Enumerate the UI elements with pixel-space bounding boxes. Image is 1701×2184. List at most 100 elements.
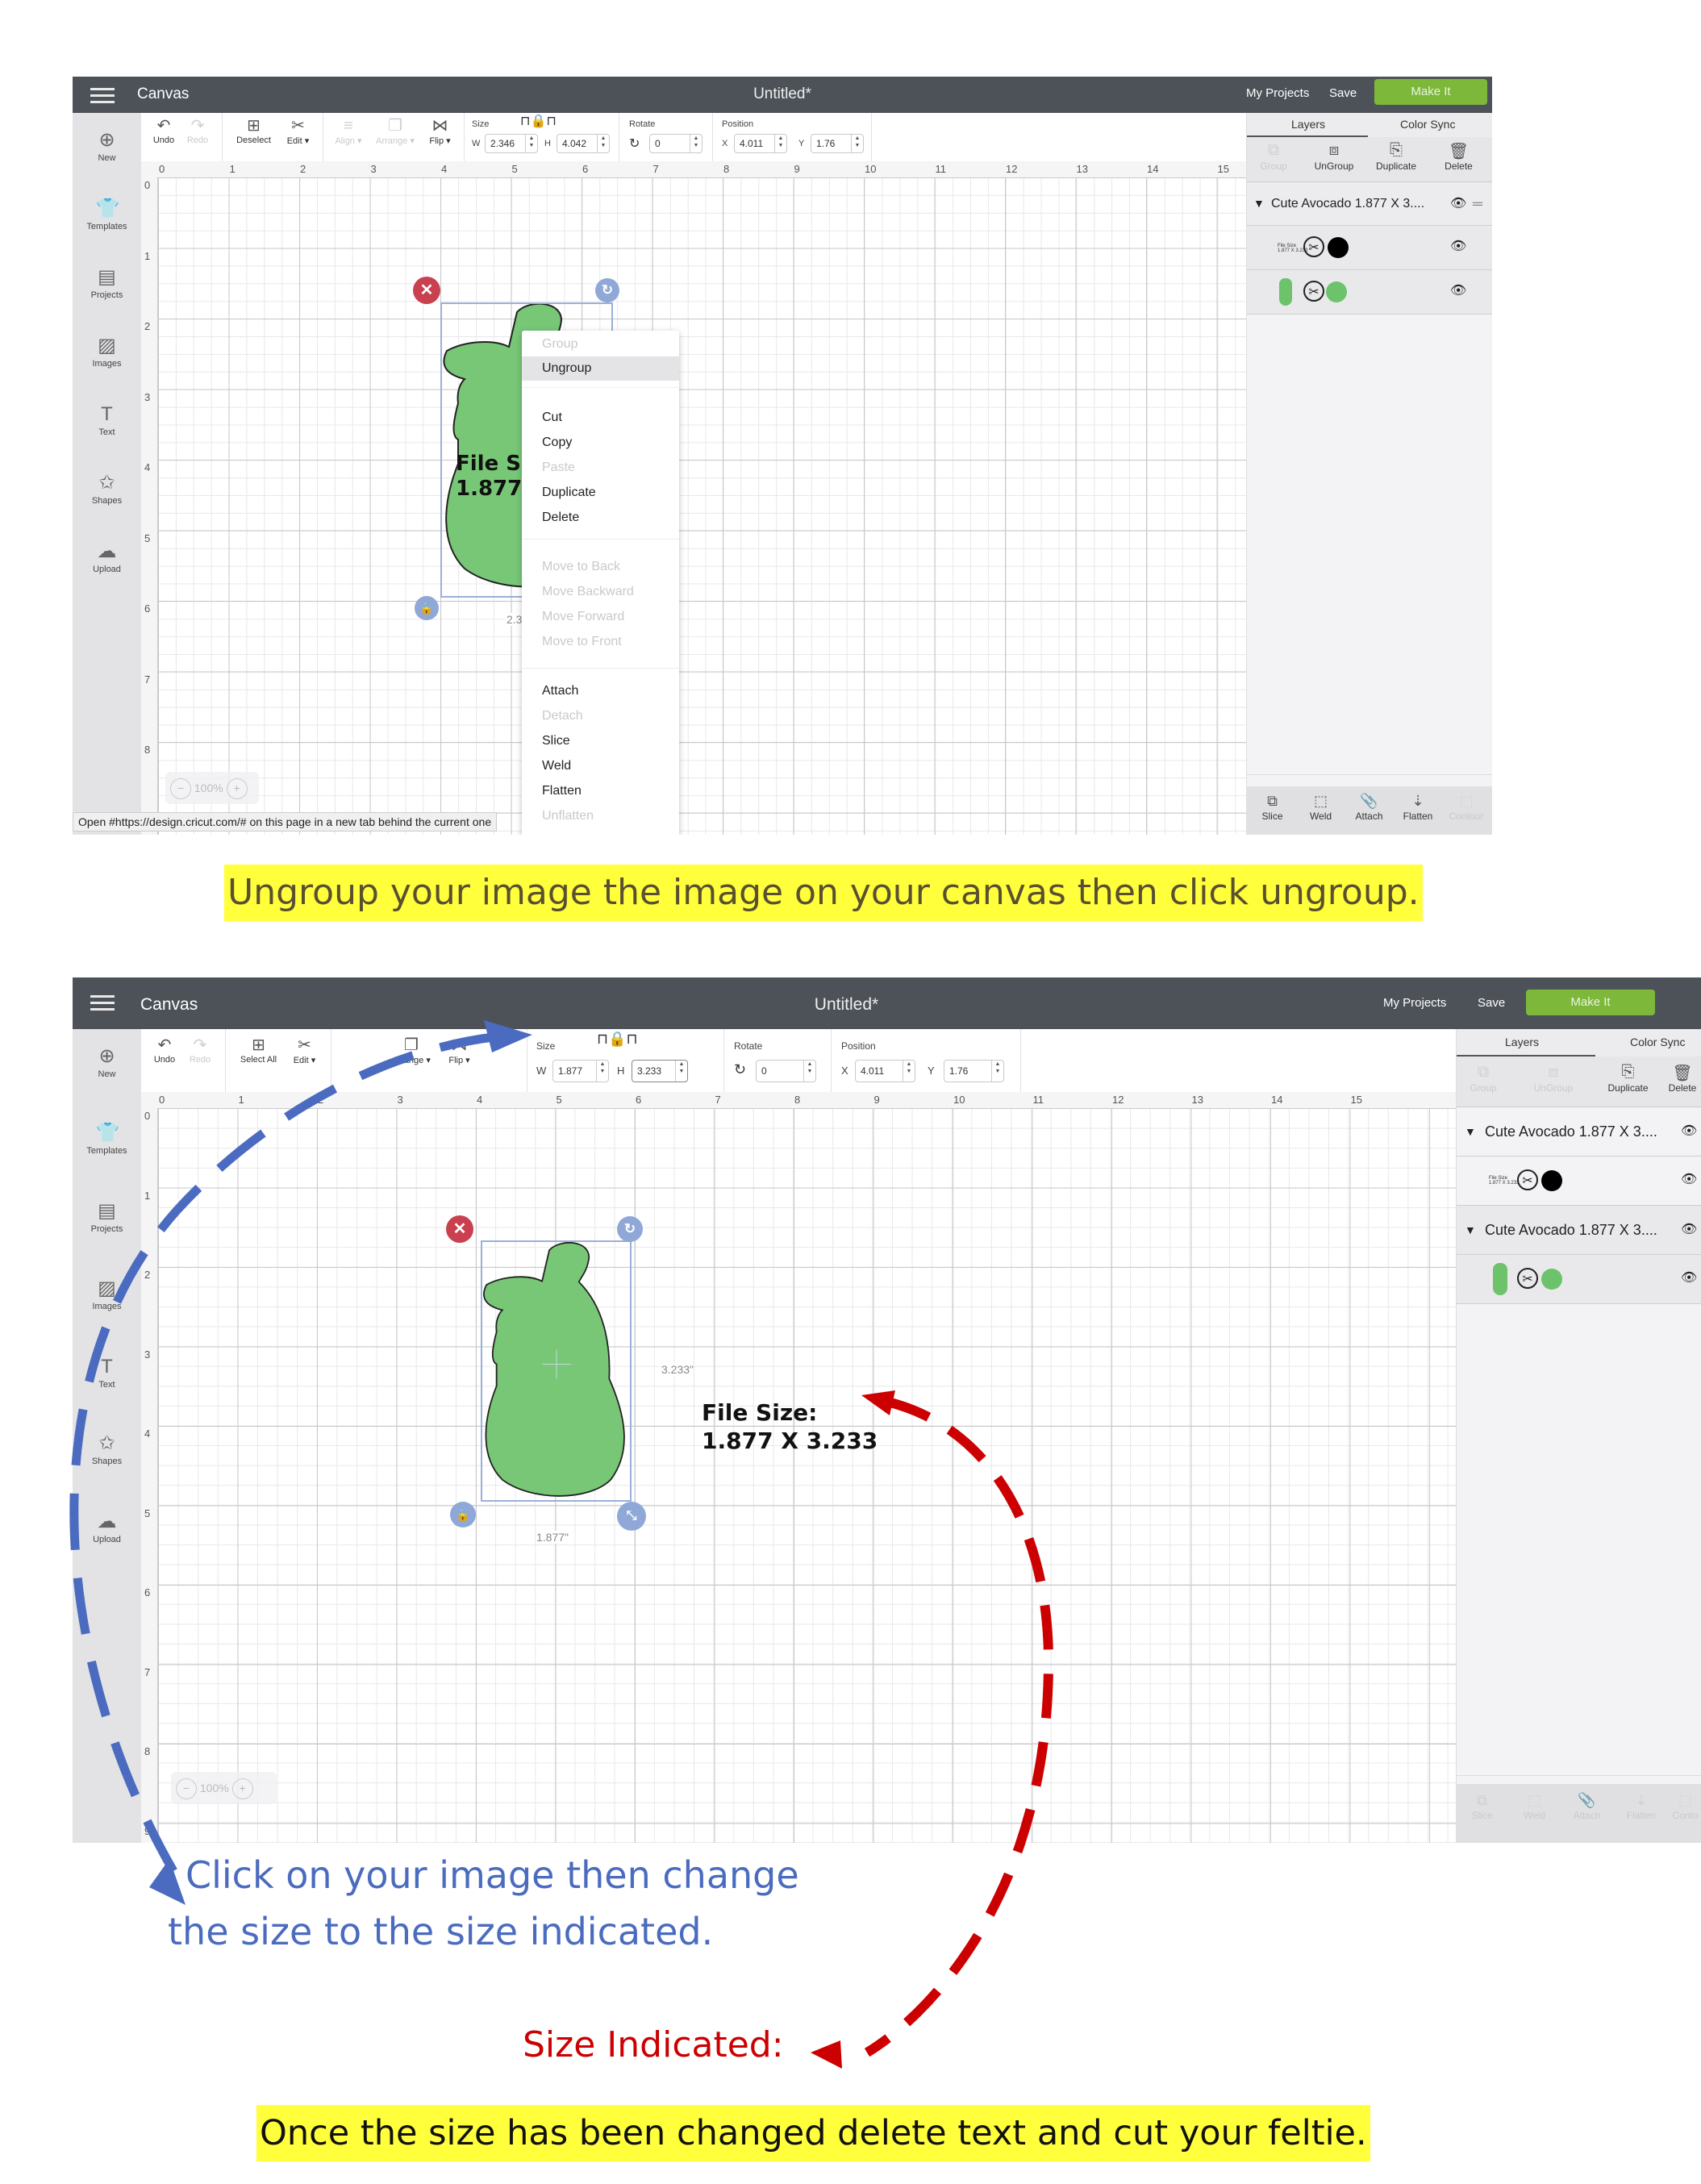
sidebar-item-images[interactable]: ▨ Images [73,335,141,369]
layer-row-avocado[interactable]: ✂ 👁 [1247,270,1492,315]
height-stepper[interactable]: ▲ ▼ [597,135,609,152]
drag-handle-icon[interactable]: ═ [1473,182,1482,225]
sidebar-item-new[interactable]: ⊕ New [73,129,141,163]
weld-button[interactable]: ⬚ Weld [1512,1792,1557,1821]
menu-item-move-forward[interactable]: Move Forward [522,605,679,629]
save-button[interactable]: Save [1329,86,1357,100]
menu-item-move-to-front[interactable]: Move to Front [522,630,679,654]
attach-button[interactable]: 📎 Attach [1347,793,1391,822]
eye-icon[interactable]: 👁 [1450,182,1466,225]
height-input[interactable]: 4.042 ▲ ▼ [557,134,610,153]
y-stepper[interactable]: ▲ ▼ [851,135,863,152]
flip-dropdown[interactable]: ⋈ Flip ▾ [441,1036,477,1065]
layer-row-avocado[interactable]: ✂ 👁 [1457,1255,1701,1304]
rotate-input[interactable]: 0 ▲ ▼ [649,134,702,153]
lock-handle[interactable]: 🔒 [450,1502,476,1528]
layer-group-row[interactable]: ▼ Cute Avocado 1.877 X 3.... 👁 [1457,1206,1701,1255]
eye-icon[interactable]: 👁 [1450,238,1466,254]
x-stepper[interactable]: ▲ ▼ [774,135,786,152]
x-input[interactable]: 4.011 ▲ ▼ [855,1060,915,1082]
menu-item-attach[interactable]: Attach [522,679,679,703]
slice-button[interactable]: ⧉ Slice [1250,793,1295,822]
attach-button[interactable]: 📎 Attach [1565,1792,1609,1821]
delete-button[interactable]: 🗑 Delete [1436,141,1481,172]
layer-row-text[interactable]: File Size 1.877 X 3.233 ✂ 👁 [1247,226,1492,270]
layer-color-swatch[interactable] [1541,1170,1562,1191]
group-button[interactable]: ⧉ Group [1253,141,1294,172]
ungroup-button[interactable]: ⧈ UnGroup [1310,141,1358,172]
sidebar-item-shapes[interactable]: ✩ Shapes [73,472,141,506]
contour-button[interactable]: ⬚ Conto [1667,1792,1701,1821]
redo-button[interactable]: ↷ Redo [181,116,214,145]
layer-color-swatch[interactable] [1326,281,1347,302]
y-stepper[interactable]: ▲ ▼ [991,1061,1003,1082]
rotate-input[interactable]: 0 ▲ ▼ [756,1060,816,1082]
arrange-dropdown[interactable]: ❐ Arrange ▾ [371,116,419,146]
menu-item-delete[interactable]: Delete [522,506,679,530]
sidebar-item-text[interactable]: T Text [73,1356,141,1390]
sidebar-item-templates[interactable]: 👕 Templates [73,198,141,231]
width-stepper[interactable]: ▲ ▼ [596,1061,608,1082]
height-input[interactable]: 3.233 ▲ ▼ [632,1060,688,1082]
group-button[interactable]: ⧉ Group [1463,1063,1503,1094]
flatten-button[interactable]: ⇣ Flatten [1617,1792,1666,1821]
menu-item-copy[interactable]: Copy [522,431,679,455]
eye-icon[interactable]: 👁 [1450,282,1466,298]
select-all-button[interactable]: ⊞ Select All [232,1036,285,1065]
y-input[interactable]: 1.76 ▲ ▼ [944,1060,1004,1082]
edit-dropdown[interactable]: ✂ Edit ▾ [286,1036,323,1065]
x-stepper[interactable]: ▲ ▼ [903,1061,915,1082]
flip-dropdown[interactable]: ⋈ Flip ▾ [422,116,458,146]
duplicate-button[interactable]: ⎘ Duplicate [1372,141,1420,172]
menu-item-cut[interactable]: Cut [522,406,679,430]
sidebar-item-templates[interactable]: 👕 Templates [73,1122,141,1156]
sidebar-item-shapes[interactable]: ✩ Shapes [73,1432,141,1466]
height-stepper[interactable]: ▲ ▼ [675,1061,687,1082]
menu-item-paste[interactable]: Paste [522,456,679,480]
rotate-handle[interactable]: ↻ [617,1216,643,1242]
sidebar-item-projects[interactable]: ▤ Projects [73,266,141,300]
expand-triangle-icon[interactable]: ▼ [1253,182,1265,225]
arrange-dropdown[interactable]: ❐ Arrange ▾ [383,1036,440,1065]
eye-icon[interactable]: 👁 [1681,1269,1697,1286]
make-it-button[interactable]: Make It [1526,990,1655,1015]
lock-aspect-icon[interactable]: ⊓🔒⊓ [597,1031,638,1048]
rotate-stepper[interactable]: ▲ ▼ [690,135,702,152]
tab-color-sync[interactable]: Color Sync [1630,1036,1685,1048]
my-projects-link[interactable]: My Projects [1383,996,1446,1010]
sidebar-item-upload[interactable]: ☁ Upload [73,540,141,574]
ungroup-button[interactable]: ⧈ UnGroup [1529,1063,1578,1094]
lock-handle[interactable]: 🔒 [415,596,439,620]
sidebar-item-text[interactable]: T Text [73,403,141,437]
make-it-button[interactable]: Make It [1374,79,1487,105]
redo-button[interactable]: ↷ Redo [183,1036,217,1065]
flatten-button[interactable]: ⇣ Flatten [1394,793,1442,822]
tab-layers[interactable]: Layers [1291,118,1325,131]
menu-item-weld[interactable]: Weld [522,754,679,778]
menu-item-unflatten[interactable]: Unflatten [522,804,679,828]
undo-button[interactable]: ↶ Undo [148,1036,181,1065]
tab-layers[interactable]: Layers [1505,1036,1539,1048]
layer-group-row[interactable]: ▼ Cute Avocado 1.877 X 3.... 👁 [1457,1107,1701,1157]
expand-triangle-icon[interactable]: ▼ [1465,1206,1476,1254]
zoom-in-button[interactable]: + [231,1778,253,1800]
resize-handle[interactable]: ⤡ [617,1502,646,1531]
menu-item-slice[interactable]: Slice [522,729,679,753]
weld-button[interactable]: ⬚ Weld [1299,793,1343,822]
menu-item-flatten[interactable]: Flatten [522,779,679,803]
zoom-out-button[interactable]: − [170,778,191,800]
save-button[interactable]: Save [1478,996,1505,1010]
rotate-stepper[interactable]: ▲ ▼ [803,1061,815,1082]
sidebar-item-projects[interactable]: ▤ Projects [73,1200,141,1234]
y-input[interactable]: 1.76 ▲ ▼ [811,134,864,153]
zoom-in-button[interactable]: + [226,778,248,800]
width-stepper[interactable]: ▲ ▼ [525,135,537,152]
menu-item-move-backward[interactable]: Move Backward [522,580,679,604]
align-dropdown[interactable]: ≡ Align ▾ [328,116,369,146]
tab-color-sync[interactable]: Color Sync [1400,118,1455,131]
undo-button[interactable]: ↶ Undo [148,116,180,145]
slice-button[interactable]: ⧉ Slice [1460,1792,1504,1821]
menu-item-duplicate[interactable]: Duplicate [522,481,679,505]
sidebar-item-images[interactable]: ▨ Images [73,1277,141,1311]
rotate-handle[interactable]: ↻ [595,278,619,302]
